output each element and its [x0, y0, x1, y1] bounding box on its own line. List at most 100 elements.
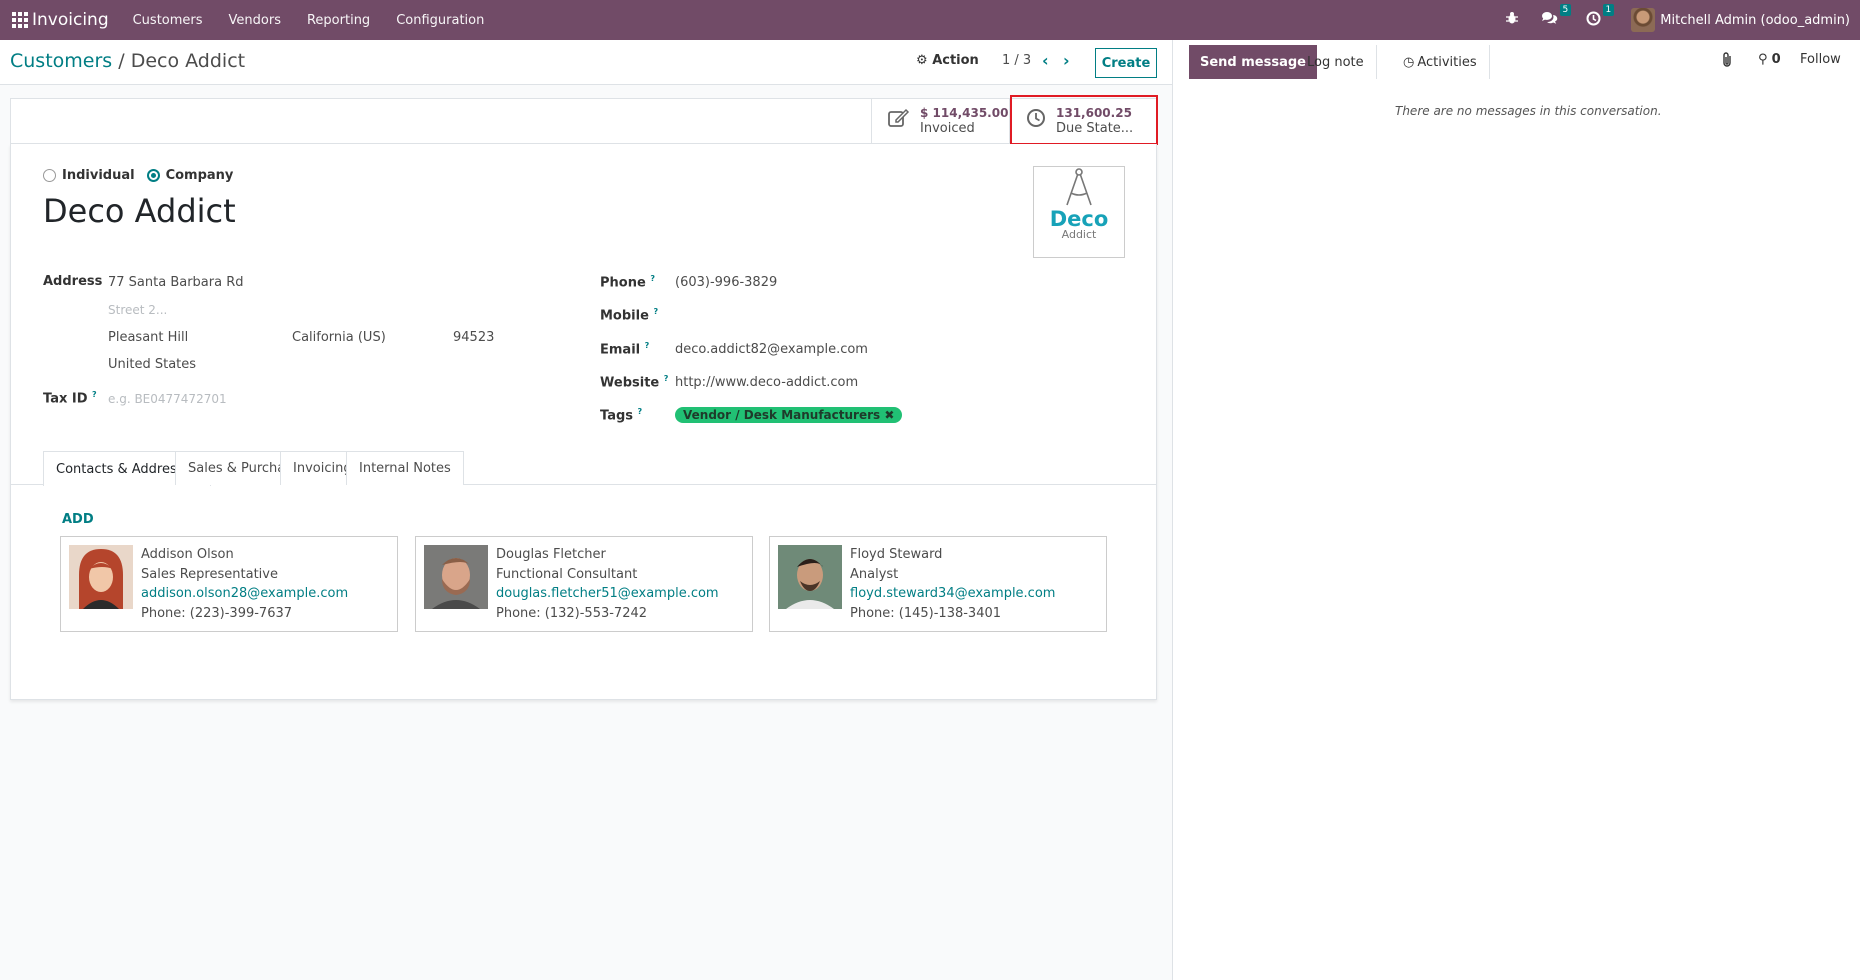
messages-icon[interactable]: 5 — [1541, 4, 1572, 29]
menu-configuration[interactable]: Configuration — [396, 13, 484, 28]
gear-icon: ⚙ — [916, 53, 928, 68]
contact-title: Sales Representative — [141, 566, 278, 582]
user-avatar[interactable] — [1631, 8, 1656, 32]
street2-field[interactable]: Street 2... — [108, 303, 167, 317]
phone-help-icon[interactable]: ? — [650, 274, 655, 283]
menu-reporting[interactable]: Reporting — [307, 13, 370, 28]
action-menu-button[interactable]: ⚙ Action — [916, 53, 979, 68]
contact-card[interactable]: Douglas Fletcher Functional Consultant d… — [415, 536, 753, 632]
menu-vendors[interactable]: Vendors — [229, 13, 281, 28]
invoiced-label: Invoiced — [920, 121, 975, 136]
contact-name: Addison Olson — [141, 547, 234, 562]
tag-remove-icon[interactable]: ✖ — [884, 408, 894, 422]
contact-title: Functional Consultant — [496, 566, 638, 582]
tags-label: Tags ? — [600, 407, 642, 423]
company-label[interactable]: Company — [166, 168, 234, 183]
mobile-label-text: Mobile — [600, 308, 649, 324]
logo-sub-text: Addict — [1061, 228, 1097, 241]
tags-help-icon[interactable]: ? — [638, 407, 643, 416]
taxid-label: Tax ID ? — [43, 390, 97, 406]
phone-label-text: Phone — [600, 275, 646, 291]
app-name[interactable]: Invoicing — [32, 10, 109, 30]
website-label-text: Website — [600, 375, 660, 391]
taxid-field[interactable]: e.g. BE0477472701 — [108, 392, 227, 406]
bug-icon[interactable] — [1505, 11, 1519, 29]
user-menu[interactable]: Mitchell Admin (odoo_admin) — [1660, 13, 1850, 28]
add-contact-button[interactable]: ADD — [62, 512, 94, 527]
tag-vendor-desk-manufacturers[interactable]: Vendor / Desk Manufacturers ✖ — [675, 407, 903, 423]
zip-field[interactable]: 94523 — [453, 330, 494, 345]
company-radio[interactable] — [146, 169, 160, 182]
action-label: Action — [932, 53, 979, 68]
phone-field[interactable]: (603)-996-3829 — [675, 275, 777, 290]
contact-title: Analyst — [850, 566, 899, 582]
website-help-icon[interactable]: ? — [664, 374, 669, 383]
log-note-button[interactable]: Log note — [1295, 45, 1377, 79]
top-navbar: Invoicing Customers Vendors Reporting Co… — [0, 0, 1860, 40]
contact-email-link[interactable]: douglas.fletcher51@example.com — [496, 584, 719, 604]
email-field[interactable]: deco.addict82@example.com — [675, 342, 868, 357]
contact-photo — [778, 545, 842, 609]
menu-customers[interactable]: Customers — [133, 13, 203, 28]
website-field[interactable]: http://www.deco-addict.com — [675, 375, 858, 390]
control-panel: Customers / Deco Addict ⚙ Action 1 / 3 ‹… — [0, 40, 1172, 85]
mobile-label: Mobile ? — [600, 307, 658, 323]
pager-value[interactable]: 1 / 3 — [1002, 53, 1031, 68]
chatter-panel: Send message Log note ◷ Activities ⚲ 0 F… — [1172, 40, 1860, 980]
mobile-help-icon[interactable]: ? — [653, 307, 658, 316]
company-logo[interactable]: Deco Addict — [1033, 166, 1125, 258]
person-icon: ⚲ — [1758, 52, 1768, 67]
invoiced-smart-button[interactable]: $ 114,435.00 Invoiced — [871, 99, 1009, 143]
logo-brand-text: Deco — [1049, 207, 1109, 231]
taxid-label-text: Tax ID — [43, 391, 88, 407]
email-help-icon[interactable]: ? — [645, 341, 650, 350]
messages-badge: 5 — [1559, 4, 1572, 16]
contact-email-link[interactable]: addison.olson28@example.com — [141, 584, 348, 604]
pager-previous-icon[interactable]: ‹ — [1042, 51, 1049, 70]
follow-button[interactable]: Follow — [1800, 52, 1841, 67]
contact-photo — [69, 545, 133, 609]
contact-phone: Phone: (223)-399-7637 — [141, 605, 293, 621]
contact-card[interactable]: Floyd Steward Analyst floyd.steward34@ex… — [769, 536, 1107, 632]
form-sheet: Individual Company Deco Addict Deco Addi… — [10, 144, 1157, 700]
individual-radio[interactable] — [43, 169, 56, 182]
individual-label[interactable]: Individual — [62, 168, 135, 183]
due-button-highlight — [1010, 95, 1158, 145]
activities-button[interactable]: ◷ Activities — [1391, 45, 1490, 79]
invoiced-value: $ 114,435.00 — [920, 106, 1009, 120]
email-label: Email ? — [600, 341, 649, 357]
notebook-tabs: Contacts & Addresses Sales & Purchase In… — [11, 451, 1157, 486]
city-field[interactable]: Pleasant Hill — [108, 330, 188, 345]
phone-label: Phone ? — [600, 274, 655, 290]
company-type-selector: Individual Company — [43, 168, 233, 183]
compass-icon — [1066, 168, 1092, 206]
email-label-text: Email — [600, 342, 641, 358]
breadcrumb: Customers / Deco Addict — [10, 50, 245, 72]
contact-name: Floyd Steward — [850, 547, 943, 562]
activities-clock-icon[interactable]: 1 — [1586, 3, 1615, 30]
activities-clock-icon: ◷ — [1403, 54, 1415, 70]
edit-icon — [888, 108, 910, 134]
followers-button[interactable]: ⚲ 0 — [1758, 52, 1781, 67]
tags-label-text: Tags — [600, 408, 634, 424]
website-label: Website ? — [600, 374, 668, 390]
country-field[interactable]: United States — [108, 357, 196, 372]
form-statusbar: $ 114,435.00 Invoiced 131,600.25 Due Sta… — [10, 98, 1157, 144]
contact-photo — [424, 545, 488, 609]
tab-internal-notes[interactable]: Internal Notes — [346, 451, 464, 485]
state-field[interactable]: California (US) — [292, 330, 386, 345]
followers-count: 0 — [1771, 52, 1781, 67]
partner-name-field[interactable]: Deco Addict — [43, 192, 236, 230]
taxid-help-icon[interactable]: ? — [92, 390, 97, 399]
breadcrumb-current: Deco Addict — [130, 50, 246, 72]
contact-email-link[interactable]: floyd.steward34@example.com — [850, 584, 1055, 604]
create-button[interactable]: Create — [1095, 48, 1157, 78]
breadcrumb-separator: / — [118, 50, 125, 72]
pager-next-icon[interactable]: › — [1063, 51, 1070, 70]
contact-phone: Phone: (145)-138-3401 — [850, 605, 1002, 621]
breadcrumb-customers-link[interactable]: Customers — [10, 50, 112, 72]
paperclip-icon[interactable] — [1721, 52, 1733, 72]
street-field[interactable]: 77 Santa Barbara Rd — [108, 275, 244, 290]
contact-card[interactable]: Addison Olson Sales Representative addis… — [60, 536, 398, 632]
activities-label: Activities — [1417, 54, 1477, 70]
